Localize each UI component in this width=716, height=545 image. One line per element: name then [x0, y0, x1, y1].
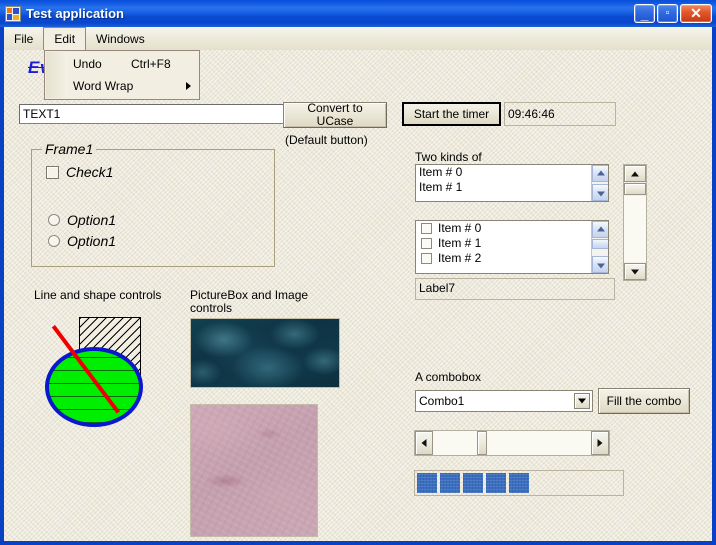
checked-listbox[interactable]: Item # 0 Item # 1 Item # 2	[415, 220, 609, 274]
scroll-left-icon[interactable]	[415, 431, 433, 455]
list-item[interactable]: Item # 1	[416, 180, 608, 195]
checked-listbox-scrollbar[interactable]	[591, 221, 608, 273]
close-button[interactable]: ✕	[680, 4, 712, 23]
submenu-arrow-icon	[186, 82, 191, 90]
scroll-up-icon[interactable]	[624, 165, 646, 182]
title-bar[interactable]: Test application _ ▫ ✕	[0, 0, 716, 27]
progress-block	[509, 473, 529, 493]
list-item-label: Item # 1	[438, 236, 482, 250]
list-item[interactable]: Item # 0	[416, 165, 608, 180]
water-texture-image	[191, 319, 339, 387]
menu-item-undo-label: Undo	[73, 57, 102, 71]
list-item[interactable]: Item # 2	[416, 251, 608, 266]
list-item-checkbox[interactable]	[421, 223, 432, 234]
plain-listbox-scrollbar[interactable]	[591, 165, 608, 201]
menu-item-undo[interactable]: Undo Ctrl+F8	[45, 53, 199, 75]
scroll-down-icon[interactable]	[592, 184, 608, 201]
check1-row[interactable]: Check1	[46, 164, 113, 180]
check1-label: Check1	[66, 164, 114, 180]
minimize-icon: _	[640, 6, 649, 22]
menu-item-word-wrap-label: Word Wrap	[73, 79, 134, 93]
progress-block	[463, 473, 483, 493]
combo1-value: Combo1	[419, 394, 465, 408]
default-button-note: (Default button)	[285, 133, 368, 147]
close-icon: ✕	[690, 5, 702, 21]
scroll-right-icon[interactable]	[591, 431, 609, 455]
start-timer-button[interactable]: Start the timer	[402, 102, 501, 126]
list-item-label: Item # 2	[438, 251, 482, 265]
listboxes-label: Two kinds of	[415, 150, 482, 164]
scrollbar-track[interactable]	[624, 196, 646, 262]
progress-bar	[414, 470, 624, 496]
option1-row-b[interactable]: Option1	[48, 233, 116, 249]
plain-listbox[interactable]: Item # 0 Item # 1	[415, 164, 609, 202]
scrollbar-thumb[interactable]	[477, 431, 487, 455]
option1-radio-b[interactable]	[48, 235, 60, 247]
application-window: Test application _ ▫ ✕ File Edit Windows…	[0, 0, 716, 545]
list-item-checkbox[interactable]	[421, 238, 432, 249]
option1-label-b: Option1	[67, 233, 117, 249]
horizontal-scrollbar[interactable]	[414, 430, 610, 456]
frame1-groupbox: Frame1 Check1 Option1 Option1	[31, 141, 275, 267]
image-control-stone	[190, 404, 318, 537]
list-item[interactable]: Item # 0	[416, 221, 608, 236]
picturebox-water	[190, 318, 340, 388]
label7-field: Label7	[415, 278, 615, 300]
option1-radio-a[interactable]	[48, 214, 60, 226]
list-item-checkbox[interactable]	[421, 253, 432, 264]
text1-value: TEXT1	[23, 107, 61, 121]
scroll-down-icon[interactable]	[624, 263, 646, 280]
scroll-up-icon[interactable]	[592, 221, 608, 238]
vertical-scrollbar[interactable]	[623, 164, 647, 281]
frame1-title: Frame1	[42, 141, 97, 157]
pictures-section-label-line2: controls	[190, 301, 233, 315]
scroll-up-icon[interactable]	[592, 165, 608, 182]
check1-checkbox[interactable]	[46, 165, 59, 179]
pictures-section-label-line1: PictureBox and Image	[190, 288, 309, 302]
timer-display: 09:46:46	[504, 102, 616, 126]
text1-input[interactable]: TEXT1	[19, 104, 284, 124]
window-title: Test application	[26, 6, 124, 21]
timer-value: 09:46:46	[508, 107, 555, 121]
menu-item-file[interactable]: File	[4, 27, 43, 50]
progress-block	[417, 473, 437, 493]
green-circle-shape	[45, 347, 143, 427]
option1-row-a[interactable]: Option1	[48, 212, 116, 228]
list-item[interactable]: Item # 1	[416, 236, 608, 251]
fill-the-combo-button[interactable]: Fill the combo	[598, 388, 690, 414]
scroll-down-icon[interactable]	[592, 256, 608, 273]
menu-item-word-wrap[interactable]: Word Wrap	[45, 75, 199, 97]
minimize-button[interactable]: _	[634, 4, 655, 23]
progress-block	[486, 473, 506, 493]
shapes-section-label: Line and shape controls	[34, 288, 162, 302]
list-item-label: Item # 0	[438, 221, 482, 235]
combobox-section-label: A combobox	[415, 370, 482, 384]
convert-to-ucase-button[interactable]: Convert to UCase	[283, 102, 387, 128]
menu-item-edit[interactable]: Edit	[43, 27, 87, 50]
scrollbar-thumb[interactable]	[624, 183, 646, 195]
client-area: Event Parameters: TEXT1 Convert to UCase…	[4, 50, 712, 541]
maximize-icon: ▫	[665, 7, 670, 19]
label7-value: Label7	[419, 281, 456, 295]
menu-item-windows[interactable]: Windows	[86, 27, 155, 50]
menu-item-undo-shortcut: Ctrl+F8	[131, 57, 171, 71]
chevron-down-icon[interactable]	[574, 393, 590, 409]
scrollbar-thumb[interactable]	[592, 239, 608, 249]
vb-app-icon	[5, 5, 21, 22]
progress-block	[440, 473, 460, 493]
combo1-dropdown[interactable]: Combo1	[415, 390, 593, 412]
maximize-button[interactable]: ▫	[657, 4, 678, 23]
stone-texture-image	[191, 405, 317, 536]
convert-button-line2: UCase	[316, 114, 354, 128]
menu-bar: File Edit Windows	[4, 27, 712, 50]
window-controls: _ ▫ ✕	[632, 4, 712, 23]
option1-label-a: Option1	[67, 212, 117, 228]
edit-menu-dropdown: Undo Ctrl+F8 Word Wrap	[44, 50, 200, 100]
